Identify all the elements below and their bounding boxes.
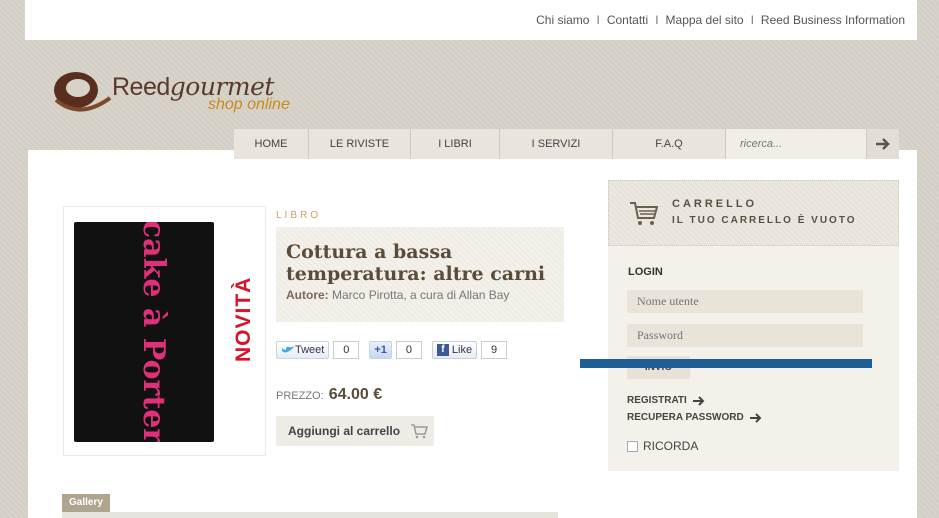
cart-title: CARRELLO [672, 198, 758, 210]
separator: I [655, 13, 659, 27]
tweet-count: 0 [333, 341, 360, 359]
cart-status: IL TUO CARRELLO È VUOTO [672, 215, 857, 226]
twitter-icon [282, 346, 294, 353]
cover-title: cake à Porter [136, 222, 171, 442]
search-button[interactable] [866, 129, 899, 159]
top-navigation: Chi siamo I Contatti I Mappa del sito I … [25, 0, 917, 40]
link-reed-business-information[interactable]: Reed Business Information [761, 13, 905, 27]
site-logo[interactable]: Reedgourmet shop online [50, 60, 320, 130]
gplus-button[interactable]: +1 [369, 341, 392, 359]
separator: I [596, 13, 600, 27]
product-price: PREZZO: 64.00 € [276, 386, 383, 403]
nav-home[interactable]: HOME [234, 129, 309, 159]
cart-icon [630, 202, 659, 225]
product-title: Cottura a bassa temperatura: altre carni [286, 241, 546, 285]
cart-icon [411, 423, 429, 438]
product-title-box: Cottura a bassa temperatura: altre carni… [276, 227, 564, 322]
cover-artwork: cake à Porter [136, 220, 171, 445]
facebook-icon: f [436, 344, 449, 356]
arrow-right-icon [876, 138, 890, 150]
separator: I [750, 13, 754, 27]
nav-i-libri[interactable]: I LIBRI [411, 129, 500, 159]
main-navigation: HOME LE RIVISTE I LIBRI I SERVIZI F.A.Q [234, 129, 899, 159]
register-link[interactable]: REGISTRATI [627, 395, 705, 406]
login-title: LOGIN [628, 266, 663, 278]
gallery-tab[interactable]: Gallery [62, 494, 110, 512]
logo-swirl-icon [54, 72, 112, 112]
remember-checkbox[interactable] [627, 440, 638, 452]
link-contatti[interactable]: Contatti [607, 13, 648, 27]
tweet-widget: Tweet 0 [276, 341, 360, 359]
nav-i-servizi[interactable]: I SERVIZI [500, 129, 613, 159]
price-value: 64.00 € [328, 386, 383, 403]
link-chi-siamo[interactable]: Chi siamo [536, 13, 589, 27]
link-mappa-del-sito[interactable]: Mappa del sito [666, 13, 744, 27]
product-category: LIBRO [276, 210, 322, 221]
add-to-cart-button[interactable]: Aggiungi al carrello [276, 416, 434, 446]
arrow-right-icon [749, 412, 762, 423]
book-cover-image: cake à Porter [74, 220, 214, 445]
nav-faq[interactable]: F.A.Q [613, 129, 726, 159]
gplus-count: 0 [395, 341, 422, 359]
password-field[interactable] [627, 324, 863, 347]
username-field[interactable] [627, 290, 863, 313]
remember-me[interactable]: RICORDA [627, 439, 698, 453]
gplus-widget: +1 0 [369, 341, 422, 359]
cart-widget[interactable]: CARRELLO IL TUO CARRELLO È VUOTO [608, 180, 899, 246]
arrow-right-icon [692, 395, 705, 406]
nav-le-riviste[interactable]: LE RIVISTE [309, 129, 411, 159]
social-buttons: Tweet 0 +1 0 f Like 9 [276, 341, 508, 359]
main-content: cake à Porter NOVITÀ LIBRO Cottura a bas… [28, 150, 917, 518]
novita-badge: NOVITÀ [232, 276, 255, 362]
product-author: Autore: Marco Pirotta, a cura di Allan B… [286, 288, 510, 302]
facebook-widget: f Like 9 [431, 341, 508, 359]
sidebar-blue-bar [580, 359, 872, 368]
tweet-button[interactable]: Tweet [276, 341, 330, 359]
product-cover[interactable]: cake à Porter NOVITÀ [63, 206, 266, 456]
sidebar: CARRELLO IL TUO CARRELLO È VUOTO LOGIN I… [608, 180, 899, 471]
logo-tagline: shop online [208, 96, 290, 113]
recover-password-link[interactable]: RECUPERA PASSWORD [627, 412, 762, 423]
gallery-divider [62, 512, 558, 518]
search-input[interactable] [726, 129, 866, 159]
like-count: 9 [481, 341, 508, 359]
like-button[interactable]: f Like [431, 341, 478, 359]
